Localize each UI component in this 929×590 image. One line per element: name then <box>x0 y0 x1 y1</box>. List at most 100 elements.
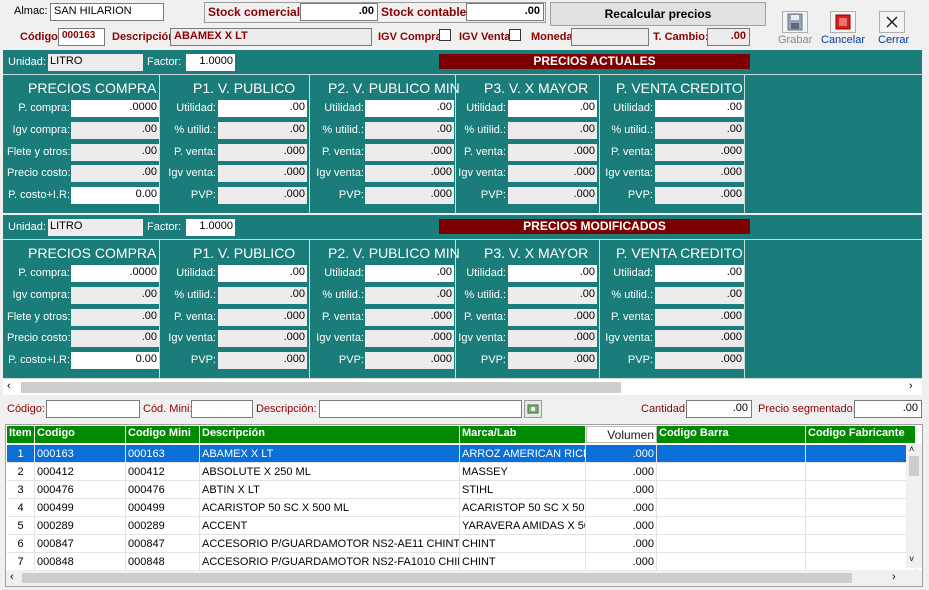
codigo-fabricante-header[interactable]: Codigo Fabricante <box>806 426 916 443</box>
unidad-field[interactable]: LITRO <box>48 219 143 236</box>
products-grid[interactable]: Item Codigo Codigo Mini Descripción Marca/La… <box>5 424 923 587</box>
credito-row-field[interactable]: .000 <box>655 165 744 182</box>
p2-row-field[interactable]: .00 <box>365 100 454 117</box>
scroll-right-icon[interactable]: › <box>909 380 913 392</box>
p1-row-field[interactable]: .00 <box>218 287 307 304</box>
precio-segmentado-input[interactable]: .00 <box>854 400 922 418</box>
p3-row-field[interactable]: .00 <box>508 100 597 117</box>
credito-row-field[interactable]: .00 <box>655 100 744 117</box>
credito-row-field[interactable]: .000 <box>655 144 744 161</box>
codigo-header[interactable]: Codigo <box>35 426 126 443</box>
item-header[interactable]: Item <box>7 426 35 443</box>
p1-row-field[interactable]: .00 <box>218 265 307 282</box>
compra-row-field[interactable]: .00 <box>71 165 159 182</box>
p3-row-field[interactable]: .000 <box>508 187 597 204</box>
compra-row-field[interactable]: 0.00 <box>71 187 159 204</box>
tcambio-field[interactable]: .00 <box>707 28 750 46</box>
compra-row-field[interactable]: 0.00 <box>71 352 159 369</box>
grid-vscroll-thumb[interactable] <box>909 456 919 476</box>
scroll-left-icon[interactable]: ‹ <box>10 571 14 583</box>
p1-row-field[interactable]: .000 <box>218 165 307 182</box>
p2-row-field[interactable]: .000 <box>365 144 454 161</box>
p3-row-field[interactable]: .000 <box>508 352 597 369</box>
table-row[interactable]: 5 000289 000289 ACCENT YARAVERA AMIDAS X 50.… <box>7 517 916 535</box>
search-button[interactable] <box>524 400 542 418</box>
p3-row-field[interactable]: .00 <box>508 122 597 139</box>
compra-row-field[interactable]: .00 <box>71 309 159 326</box>
p3-row-field[interactable]: .000 <box>508 165 597 182</box>
p1-row-field[interactable]: .000 <box>218 309 307 326</box>
table-row[interactable]: 1 000163 000163 ABAMEX X LT ARROZ AMERICAN R… <box>7 445 916 463</box>
compra-row-field[interactable]: .00 <box>71 144 159 161</box>
compra-row-field[interactable]: .0000 <box>71 265 159 282</box>
codigo-field[interactable]: 000163 <box>58 28 105 46</box>
p2-row-field[interactable]: .00 <box>365 287 454 304</box>
p2-row-field[interactable]: .000 <box>365 309 454 326</box>
volumen-header[interactable]: Volumen <box>586 426 657 443</box>
table-row[interactable]: 7 000848 000848 ACCESORIO P/GUARDAMOTOR NS2… <box>7 553 916 571</box>
compra-row-field[interactable]: .00 <box>71 287 159 304</box>
table-row[interactable]: 3 000476 000476 ABTIN X LT STIHL .000 <box>7 481 916 499</box>
p1-row-field[interactable]: .00 <box>218 100 307 117</box>
p2-row-field[interactable]: .000 <box>365 187 454 204</box>
scroll-up-icon[interactable]: ˄ <box>909 444 914 454</box>
p1-row-field[interactable]: .000 <box>218 352 307 369</box>
table-row[interactable]: 6 000847 000847 ACCESORIO P/GUARDAMOTOR NS2… <box>7 535 916 553</box>
p1-row-field[interactable]: .000 <box>218 187 307 204</box>
panels-scrollbar[interactable]: ‹ › <box>3 378 922 395</box>
stock-contable-field[interactable]: .00 <box>466 3 544 21</box>
stock-comercial-field[interactable]: .00 <box>300 3 378 21</box>
close-button[interactable] <box>879 11 905 33</box>
almac-field[interactable]: SAN HILARION <box>50 3 164 21</box>
p3-row-field[interactable]: .000 <box>508 144 597 161</box>
p2-row-field[interactable]: .000 <box>365 330 454 347</box>
p2-row-field[interactable]: .000 <box>365 352 454 369</box>
factor-field[interactable]: 1.0000 <box>186 54 235 71</box>
descripcion-field[interactable]: ABAMEX X LT <box>170 28 372 46</box>
table-row[interactable]: 2 000412 000412 ABSOLUTE X 250 ML MASSEY .000 <box>7 463 916 481</box>
credito-row-field[interactable]: .000 <box>655 309 744 326</box>
scroll-right-icon[interactable]: › <box>892 571 896 583</box>
credito-row-field[interactable]: .000 <box>655 352 744 369</box>
scroll-down-icon[interactable]: ˅ <box>909 554 914 564</box>
factor-field[interactable]: 1.0000 <box>186 219 235 236</box>
credito-row-field[interactable]: .00 <box>655 287 744 304</box>
p3-row-field[interactable]: .000 <box>508 330 597 347</box>
igv-venta-checkbox[interactable] <box>509 29 521 41</box>
codigo-mini-header[interactable]: Codigo Mini <box>126 426 200 443</box>
panels-scroll-thumb[interactable] <box>21 382 621 393</box>
cancel-button[interactable] <box>830 11 856 33</box>
cantidad-input[interactable]: .00 <box>686 400 752 418</box>
p1-row-field[interactable]: .000 <box>218 330 307 347</box>
p3-row-field[interactable]: .000 <box>508 309 597 326</box>
p2-row-field[interactable]: .000 <box>365 165 454 182</box>
p3-row-field[interactable]: .00 <box>508 287 597 304</box>
codigo-barra-header[interactable]: Codigo Barra <box>657 426 806 443</box>
scroll-left-icon[interactable]: ‹ <box>7 380 11 392</box>
search-descripcion-input[interactable] <box>319 400 522 418</box>
grid-horizontal-scrollbar[interactable]: ‹ › <box>6 570 922 586</box>
p2-row-field[interactable]: .00 <box>365 265 454 282</box>
p2-row-field[interactable]: .00 <box>365 122 454 139</box>
compra-row-field[interactable]: .00 <box>71 122 159 139</box>
grid-hscroll-thumb[interactable] <box>22 573 852 583</box>
search-codigo-input[interactable] <box>46 400 140 418</box>
p1-row-field[interactable]: .00 <box>218 122 307 139</box>
credito-row-field[interactable]: .00 <box>655 122 744 139</box>
unidad-field[interactable]: LITRO <box>48 54 143 71</box>
igv-compra-checkbox[interactable] <box>439 29 451 41</box>
save-button[interactable] <box>782 11 808 33</box>
table-row[interactable]: 4 000499 000499 ACARISTOP 50 SC X 500 ML ACA… <box>7 499 916 517</box>
moneda-field[interactable] <box>571 28 649 46</box>
p1-row-field[interactable]: .000 <box>218 144 307 161</box>
compra-row-field[interactable]: .00 <box>71 330 159 347</box>
compra-row-field[interactable]: .0000 <box>71 100 159 117</box>
search-cod-mini-input[interactable] <box>191 400 253 418</box>
marca-header[interactable]: Marca/Lab <box>460 426 586 443</box>
recalcular-precios-button[interactable]: Recalcular precios <box>550 2 766 26</box>
credito-row-field[interactable]: .00 <box>655 265 744 282</box>
descripcion-header[interactable]: Descripción <box>200 426 460 443</box>
grid-vertical-scrollbar[interactable]: ˄ ˅ <box>906 444 922 568</box>
credito-row-field[interactable]: .000 <box>655 187 744 204</box>
p3-row-field[interactable]: .00 <box>508 265 597 282</box>
